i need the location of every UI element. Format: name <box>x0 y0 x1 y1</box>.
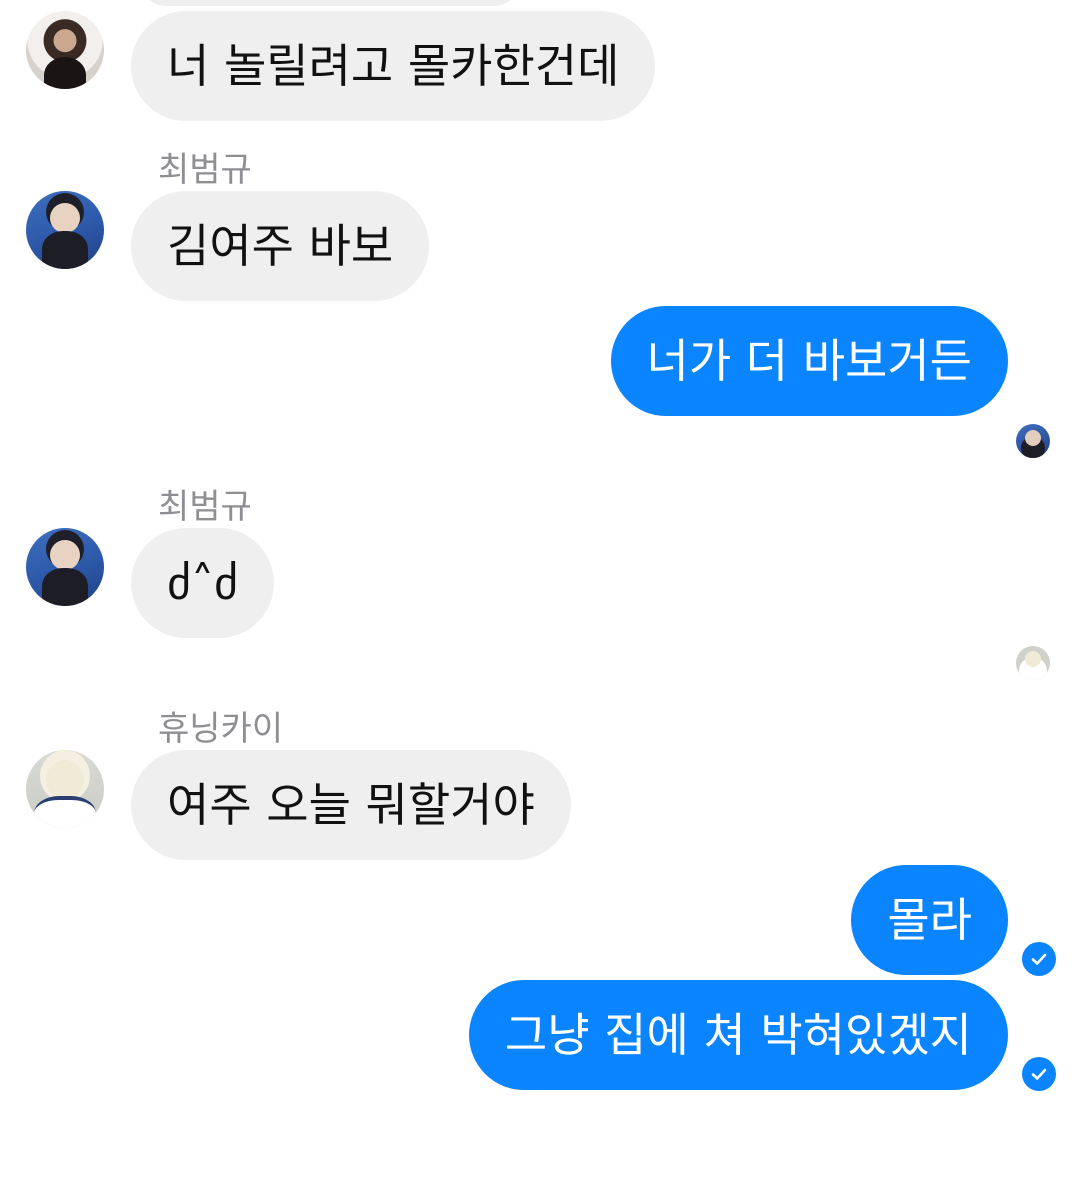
outgoing-message-bubble[interactable]: 그냥 집에 쳐 박혀있겠지 <box>468 980 1008 1090</box>
sender-name: 휴닝카이 <box>158 709 284 749</box>
delivered-check-icon <box>1022 1057 1056 1091</box>
message-text: 몰라 <box>887 893 972 947</box>
sender-name: 최범규 <box>158 150 252 190</box>
message-text: ძ˄ძ <box>167 556 239 610</box>
incoming-message-bubble[interactable]: 너 놀릴려고 몰카한건데 <box>131 11 656 121</box>
sender-avatar[interactable] <box>26 750 104 828</box>
message-text: 너 놀릴려고 몰카한건데 <box>167 39 620 93</box>
chat-thread[interactable]: 너 놀릴려고 몰카한건데 최범규 김여주 바보 너가 더 바보거든 최범규 ძ˄… <box>0 0 1080 1179</box>
sender-avatar[interactable] <box>26 191 104 269</box>
read-receipt-avatar <box>1016 424 1050 458</box>
previous-message-bubble-edge <box>140 0 520 6</box>
incoming-message-bubble[interactable]: ძ˄ძ <box>131 528 275 638</box>
incoming-message-bubble[interactable]: 여주 오늘 뭐할거야 <box>131 750 571 860</box>
message-text: 여주 오늘 뭐할거야 <box>167 778 535 832</box>
delivered-check-icon <box>1022 942 1056 976</box>
message-text: 김여주 바보 <box>167 219 394 273</box>
outgoing-message-bubble[interactable]: 너가 더 바보거든 <box>610 306 1008 416</box>
outgoing-message-bubble[interactable]: 몰라 <box>851 865 1008 975</box>
sender-name: 최범규 <box>158 487 252 527</box>
sender-avatar[interactable] <box>26 528 104 606</box>
read-receipt-avatar <box>1016 646 1050 680</box>
sender-avatar[interactable] <box>26 11 104 89</box>
incoming-message-bubble[interactable]: 김여주 바보 <box>131 191 430 301</box>
message-text: 그냥 집에 쳐 박혀있겠지 <box>504 1008 972 1062</box>
message-text: 너가 더 바보거든 <box>646 334 972 388</box>
